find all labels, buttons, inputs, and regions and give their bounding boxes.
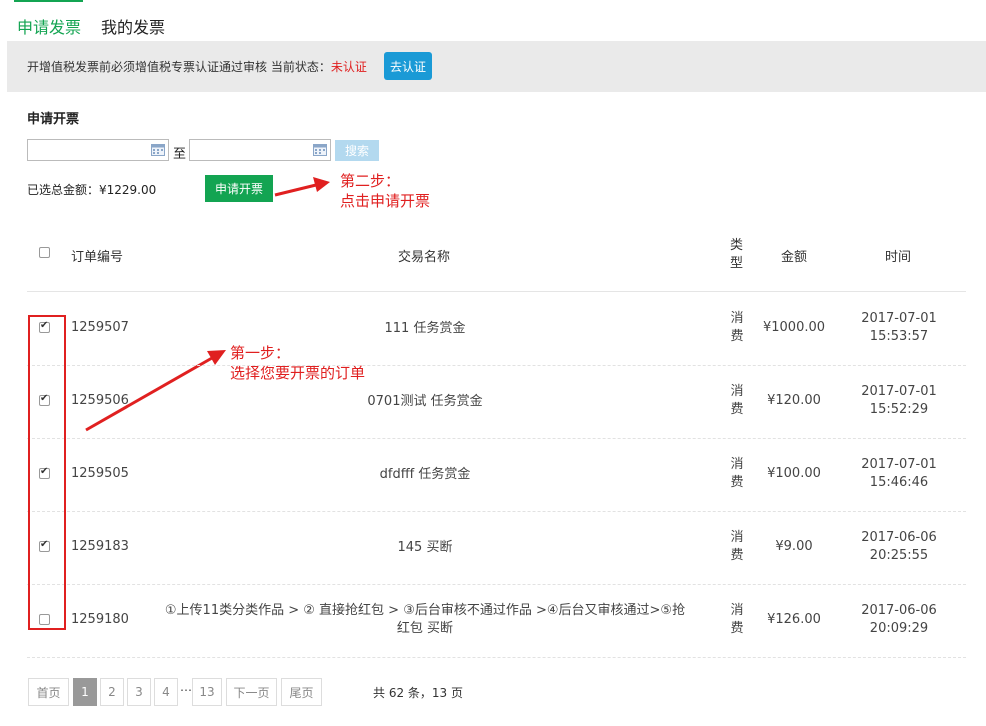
transaction-date: 2017-07-01 <box>861 383 937 399</box>
pagination-summary: 共 62 条，13 页 <box>373 686 463 700</box>
amount: ¥126.00 <box>767 611 821 627</box>
step2-arrow <box>274 177 330 197</box>
transaction-date: 2017-06-06 <box>861 602 937 618</box>
order-number: 1259506 <box>71 392 129 408</box>
order-number: 1259183 <box>71 538 129 554</box>
transaction-type-line1: 消 <box>730 383 744 399</box>
transaction-date: 2017-07-01 <box>861 310 937 326</box>
header-type-line1: 类 <box>730 238 744 253</box>
transaction-type: 消 费 <box>730 310 744 346</box>
transaction-type-line1: 消 <box>730 529 744 545</box>
header-time: 时间 <box>885 250 912 265</box>
pagination-page-2[interactable]: 2 <box>100 678 124 706</box>
transaction-type-line1: 消 <box>730 310 744 326</box>
transaction-clock: 15:46:46 <box>869 474 929 490</box>
transaction-name: 145 买断 <box>140 539 710 557</box>
header-transaction-name: 交易名称 <box>398 250 451 265</box>
transaction-type-line2: 费 <box>730 547 744 563</box>
pagination-ellipsis: … <box>180 680 192 694</box>
step2-annotation: 第二步： 点击申请开票 <box>340 171 430 211</box>
header-type-line2: 型 <box>730 256 744 271</box>
order-number: 1259505 <box>71 465 129 481</box>
header-divider <box>27 291 966 292</box>
step1-title: 第一步： <box>230 344 291 362</box>
order-number: 1259180 <box>71 611 129 627</box>
step1-arrow <box>85 350 226 432</box>
transaction-time: 2017-06-06 20:09:29 <box>849 602 949 638</box>
pagination-page-3[interactable]: 3 <box>127 678 151 706</box>
pagination-last[interactable]: 尾页 <box>281 678 322 706</box>
row-divider <box>27 657 966 658</box>
transaction-type: 消 费 <box>730 529 744 565</box>
transaction-name-line1: 111 任务赏金 <box>384 320 466 336</box>
transaction-type-line2: 费 <box>730 401 744 417</box>
transaction-time: 2017-07-01 15:46:46 <box>849 456 949 492</box>
transaction-clock: 20:25:55 <box>869 547 929 563</box>
transaction-type: 消 费 <box>730 383 744 419</box>
pagination-page-last[interactable]: 13 <box>192 678 222 706</box>
step2-title: 第二步： <box>340 172 401 190</box>
amount: ¥1000.00 <box>762 319 826 335</box>
step1-instruction: 选择您要开票的订单 <box>230 364 366 382</box>
row-divider <box>27 438 966 439</box>
pagination-next[interactable]: 下一页 <box>226 678 277 706</box>
pagination-first[interactable]: 首页 <box>28 678 69 706</box>
checkbox-highlight-box <box>28 315 66 630</box>
transaction-type-line2: 费 <box>730 620 744 636</box>
row-divider <box>27 511 966 512</box>
transaction-time: 2017-07-01 15:52:29 <box>849 383 949 419</box>
row-divider <box>27 365 966 366</box>
transaction-type-line1: 消 <box>730 456 744 472</box>
transaction-name: ①上传11类分类作品 > ② 直接抢红包 > ③后台审核不通过作品 >④后台又审… <box>140 602 710 638</box>
header-order-no: 订单编号 <box>71 250 124 265</box>
transaction-clock: 20:09:29 <box>869 620 929 636</box>
transaction-date: 2017-06-06 <box>861 529 937 545</box>
transaction-name-line1: 145 买断 <box>397 539 453 555</box>
transaction-name: 0701测试 任务赏金 <box>140 393 710 411</box>
amount: ¥120.00 <box>767 392 821 408</box>
step1-annotation: 第一步： 选择您要开票的订单 <box>230 343 365 383</box>
transaction-clock: 15:53:57 <box>869 328 929 344</box>
row-divider <box>27 584 966 585</box>
transaction-type-line1: 消 <box>730 602 744 618</box>
header-amount: 金额 <box>781 250 808 265</box>
transaction-name-line1: dfdfff 任务赏金 <box>379 466 471 482</box>
amount: ¥100.00 <box>767 465 821 481</box>
select-all-checkbox[interactable] <box>39 247 50 258</box>
transaction-clock: 15:52:29 <box>869 401 929 417</box>
transaction-name-line1: ①上传11类分类作品 > ② 直接抢红包 > ③后台审核不通过作品 >④后台又审… <box>164 602 686 618</box>
transaction-type: 消 费 <box>730 456 744 492</box>
transaction-type-line2: 费 <box>730 474 744 490</box>
transaction-name: dfdfff 任务赏金 <box>140 466 710 484</box>
transaction-name: 111 任务赏金 <box>140 320 710 338</box>
transaction-type: 消 费 <box>730 602 744 638</box>
transaction-name-line2: 红包 买断 <box>396 620 454 636</box>
pagination-page-4[interactable]: 4 <box>154 678 178 706</box>
transaction-time: 2017-07-01 15:53:57 <box>849 310 949 346</box>
transaction-time: 2017-06-06 20:25:55 <box>849 529 949 565</box>
transaction-name-line1: 0701测试 任务赏金 <box>367 393 483 409</box>
amount: ¥9.00 <box>775 538 813 554</box>
transaction-type-line2: 费 <box>730 328 744 344</box>
order-number: 1259507 <box>71 319 129 335</box>
transaction-date: 2017-07-01 <box>861 456 937 472</box>
pagination-page-1[interactable]: 1 <box>73 678 97 706</box>
header-type: 类 型 <box>730 237 744 273</box>
step2-instruction: 点击申请开票 <box>340 192 431 210</box>
